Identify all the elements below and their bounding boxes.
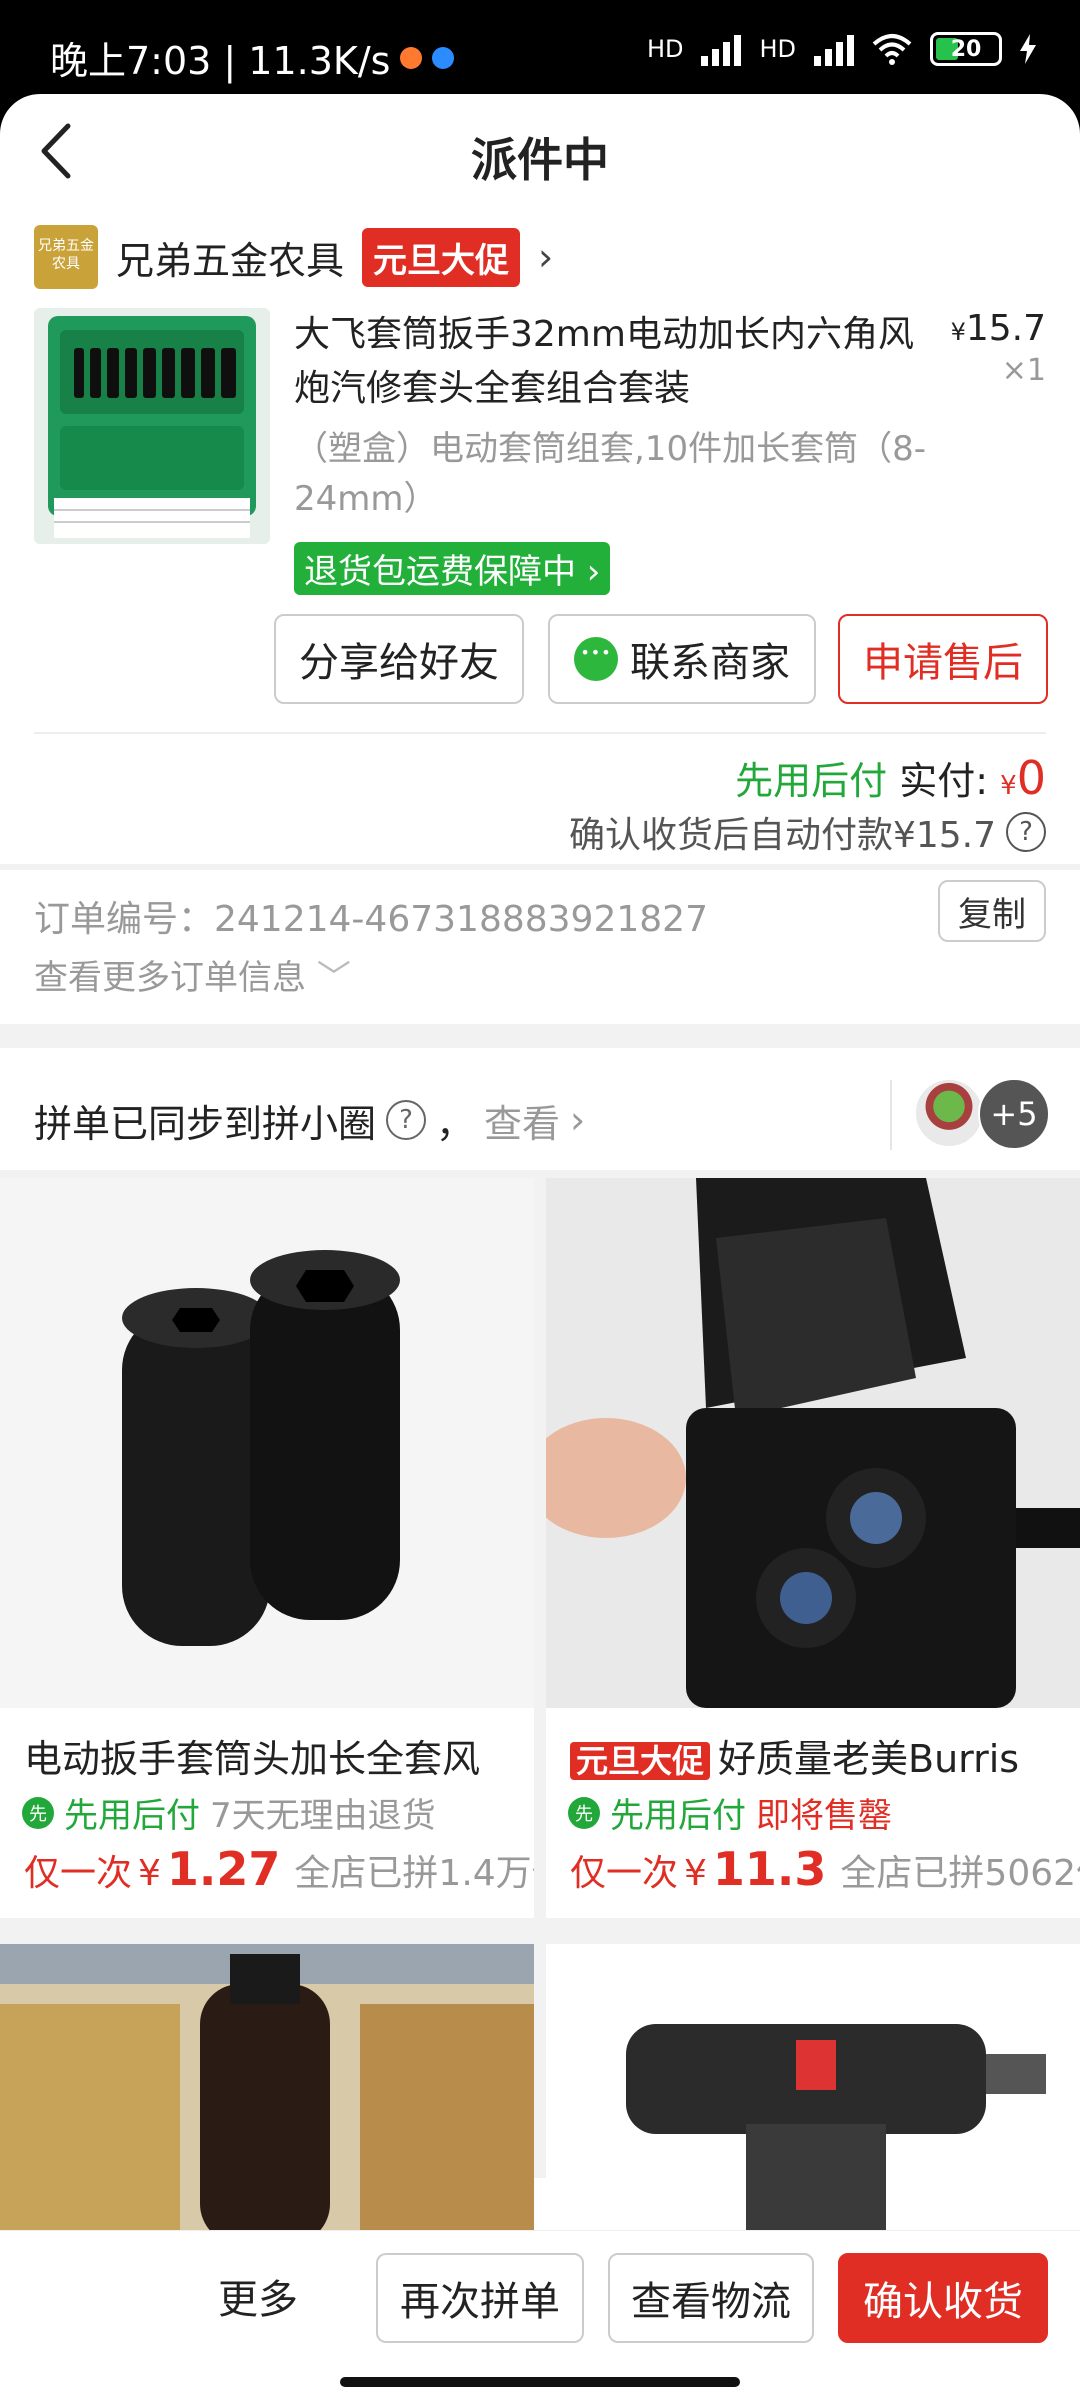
- battery-icon: 20: [930, 32, 1002, 66]
- order-actions: 分享给好友 联系商家 申请售后: [0, 614, 1080, 710]
- product-card-3[interactable]: [0, 1944, 534, 2244]
- group-sync-row[interactable]: 拼单已同步到拼小圈 ? ， 查看 ›: [34, 1080, 585, 1160]
- order-number: 订单编号：241214-467318883921827: [34, 899, 708, 940]
- vertical-divider: [890, 1080, 892, 1150]
- charging-icon: [1020, 34, 1036, 64]
- avatar[interactable]: [914, 1078, 984, 1148]
- divider: [34, 732, 1046, 734]
- paid-amount: 0: [1016, 751, 1046, 805]
- signal-icon-2: [814, 32, 854, 66]
- after-sale-button[interactable]: 申请售后: [838, 614, 1048, 704]
- section-gap-2: [0, 1024, 1080, 1048]
- view-logistics-button[interactable]: 查看物流: [608, 2253, 814, 2343]
- product-card-4[interactable]: [546, 1944, 1080, 2244]
- shop-row[interactable]: 兄弟五金农具 兄弟五金农具 元旦大促 ›: [34, 222, 553, 292]
- product-spec: （塑盒）电动套筒组套,10件加长套筒（8-24mm）: [294, 429, 926, 519]
- price-currency: ¥: [950, 318, 966, 346]
- auto-pay-row: 确认收货后自动付款¥15.7 ?: [569, 806, 1046, 858]
- auto-pay-text: 确认收货后自动付款¥15.7: [568, 815, 996, 856]
- regroup-button[interactable]: 再次拼单: [376, 2253, 584, 2343]
- bottom-action-bar: 更多 再次拼单 查看物流 确认收货: [0, 2230, 1080, 2400]
- paid-label: 实付:: [899, 759, 989, 803]
- order-detail-page: 派件中 兄弟五金农具 兄弟五金农具 元旦大促 › 大飞套筒扳手32mm电动加长内…: [0, 94, 1080, 2400]
- signal-icon: [701, 32, 742, 66]
- share-button[interactable]: 分享给好友: [274, 614, 524, 704]
- shop-logo: 兄弟五金农具: [34, 225, 98, 289]
- battery-level: 20: [950, 36, 982, 62]
- price-prefix: 仅一次: [24, 1853, 133, 1894]
- home-indicator[interactable]: [340, 2377, 740, 2387]
- price-value: 1.27: [166, 1842, 281, 1896]
- pay-later-icon: 先: [22, 1796, 54, 1829]
- sync-text: 拼单已同步到拼小圈: [34, 1101, 377, 1146]
- more-order-info-link[interactable]: 查看更多订单信息 ﹀: [34, 950, 351, 999]
- card-price-2: 仅一次 ¥11.3 全店已拼5062件: [570, 1842, 1080, 1896]
- confirm-receipt-button[interactable]: 确认收货: [838, 2253, 1048, 2343]
- return-shipping-guarantee[interactable]: 退货包运费保障中 ›: [294, 542, 611, 595]
- product-card-image-4: [546, 1944, 1080, 2244]
- product-card[interactable]: 电动扳手套筒头加长全套风 先 先用后付 7天无理由退货 仅一次 ¥1.27 全店…: [0, 1178, 534, 1918]
- card-tags: 先 先用后付 7天无理由退货: [22, 1788, 436, 1837]
- card-pay-tag-2: 先用后付: [610, 1796, 746, 1836]
- promo-tag: 元旦大促: [362, 227, 521, 287]
- more-button[interactable]: 更多: [218, 2267, 298, 2325]
- status-bar: 晚上7:03 | 11.3K/s HD HD 20: [0, 0, 1080, 104]
- product-card-2[interactable]: 元旦大促 好质量老美Burris 先 先用后付 即将售罄 仅一次 ¥11.3 全店…: [546, 1178, 1080, 1918]
- more-order-info-label: 查看更多订单信息: [34, 958, 306, 998]
- contact-seller-button[interactable]: 联系商家: [548, 614, 816, 704]
- sync-comma: ，: [436, 1101, 475, 1146]
- section-gap: [0, 864, 1080, 870]
- status-right: HD HD 20: [647, 32, 1036, 66]
- product-price: 15.7: [965, 308, 1046, 349]
- guarantee-label: 退货包运费保障中: [304, 552, 576, 592]
- avatar-more-count[interactable]: +5: [978, 1078, 1050, 1150]
- card-extra-tag: 7天无理由退货: [210, 1796, 436, 1836]
- wifi-icon: [872, 34, 912, 65]
- help-icon[interactable]: ?: [1006, 812, 1046, 852]
- app-notification-icon-2: [432, 46, 455, 69]
- chevron-right-icon: ›: [538, 235, 554, 279]
- chevron-right-icon-2: ›: [570, 1098, 586, 1142]
- page-title: 派件中: [471, 133, 609, 187]
- product-price-block: ¥15.7 ×1: [951, 308, 1046, 388]
- pay-later-label: 先用后付: [735, 759, 888, 803]
- price-currency: ¥: [138, 1853, 161, 1894]
- chat-icon: [574, 637, 618, 681]
- copy-button[interactable]: 复制: [938, 880, 1046, 942]
- status-time-speed: 晚上7:03 | 11.3K/s: [50, 39, 391, 83]
- network-type-2: HD: [759, 35, 796, 63]
- contact-seller-label: 联系商家: [630, 640, 790, 686]
- card-title-2: 元旦大促 好质量老美Burris: [570, 1728, 1019, 1783]
- payment-row: 先用后付 实付: ¥0: [735, 750, 1046, 805]
- card-price: 仅一次 ¥1.27 全店已拼1.4万件: [24, 1842, 534, 1896]
- price-currency-2: ¥: [684, 1853, 707, 1894]
- card-title: 电动扳手套筒头加长全套风: [24, 1737, 481, 1781]
- product-card-image-3: [0, 1944, 534, 2244]
- app-notification-icon: [400, 46, 423, 69]
- card-title-text: 好质量老美Burris: [718, 1737, 1020, 1781]
- question-icon[interactable]: ?: [386, 1100, 427, 1140]
- paid-currency: ¥: [1000, 771, 1017, 801]
- price-value-2: 11.3: [712, 1842, 827, 1896]
- status-left: 晚上7:03 | 11.3K/s: [50, 30, 455, 85]
- chevron-down-icon: ﹀: [316, 958, 351, 998]
- sold-count-2: 全店已拼5062件: [840, 1853, 1080, 1894]
- product-card-image: [0, 1178, 534, 1708]
- sold-count: 全店已拼1.4万件: [294, 1853, 534, 1894]
- page-header: 派件中: [0, 94, 1080, 214]
- price-prefix-2: 仅一次: [570, 1853, 679, 1894]
- product-title[interactable]: 大飞套筒扳手32mm电动加长内六角风炮汽修套头全套组合套装: [294, 308, 914, 416]
- product-card-image-2: [546, 1178, 1080, 1708]
- card-extra-tag-2: 即将售罄: [756, 1796, 892, 1836]
- pay-later-icon-2: 先: [568, 1796, 600, 1829]
- network-type-1: HD: [646, 35, 684, 63]
- card-tags-2: 先 先用后付 即将售罄: [568, 1788, 892, 1837]
- card-promo-tag: 元旦大促: [570, 1742, 711, 1780]
- recommendation-feed: 电动扳手套筒头加长全套风 先 先用后付 7天无理由退货 仅一次 ¥1.27 全店…: [0, 1178, 1080, 2244]
- shop-name: 兄弟五金农具: [116, 238, 345, 283]
- product-quantity: ×1: [1001, 353, 1046, 388]
- card-pay-tag: 先用后付: [64, 1796, 200, 1836]
- sync-view-link[interactable]: 查看: [484, 1093, 560, 1148]
- product-image[interactable]: [34, 308, 270, 544]
